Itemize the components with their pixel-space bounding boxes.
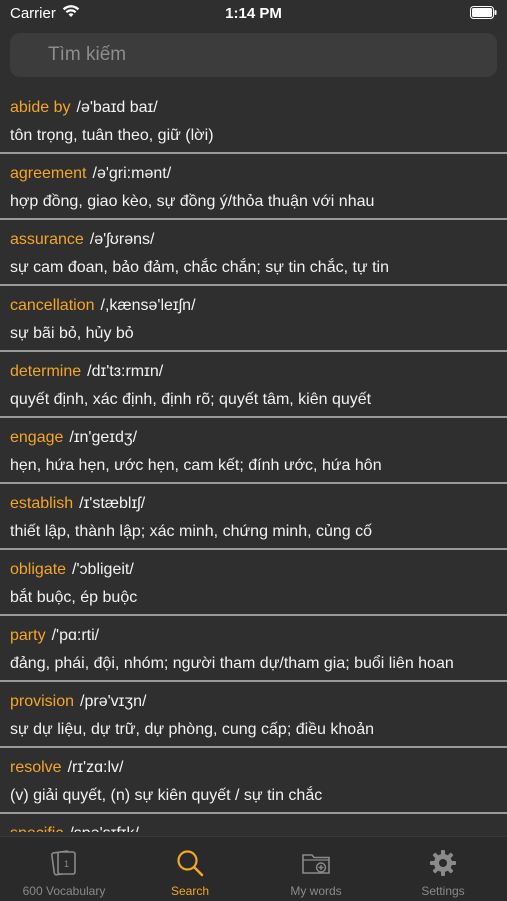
word-meaning: bắt buộc, ép buộc (10, 589, 138, 606)
word-meaning: (v) giải quyết, (n) sự kiên quyết / sự t… (10, 787, 323, 804)
word-header: agreement/ə'gri:mənt/ (10, 162, 497, 186)
list-item[interactable]: specific/spə'sɪfɪk/ (0, 814, 507, 832)
word-meaning: hẹn, hứa hẹn, ước hẹn, cam kết; đính ước… (10, 457, 382, 474)
clock: 1:14 PM (225, 5, 282, 22)
word-meaning: thiết lập, thành lập; xác minh, chứng mi… (10, 523, 373, 540)
word-term: engage (10, 429, 64, 446)
tab-settings[interactable]: Settings (380, 837, 506, 901)
list-item[interactable]: resolve/rɪ'zɑ:lv/ (v) giải quyết, (n) sự … (0, 748, 507, 814)
tab-my-words[interactable]: My words (253, 837, 379, 901)
word-meaning: sự bãi bỏ, hủy bỏ (10, 325, 134, 342)
word-pronunciation: /ə'baɪd baɪ/ (76, 99, 158, 116)
tab-bar: 1 600 Vocabulary Search My words Settings (0, 836, 507, 901)
word-pronunciation: /prə'vɪʒn/ (80, 693, 147, 710)
word-header: abide by/ə'baɪd baɪ/ (10, 96, 497, 120)
word-term: cancellation (10, 297, 95, 314)
word-meaning: sự dự liệu, dự trữ, dự phòng, cung cấp; … (10, 721, 374, 738)
word-term: assurance (10, 231, 84, 248)
word-pronunciation: /,kænsə'leɪʃn/ (100, 297, 196, 314)
gear-icon (428, 848, 458, 878)
word-meaning: quyết định, xác định, định rõ; quyết tâm… (10, 391, 372, 408)
word-pronunciation: /dɪ'tɜ:rmɪn/ (87, 363, 164, 380)
word-pronunciation: /'pɑ:rti/ (51, 627, 100, 644)
list-item[interactable]: cancellation /,kænsə'leɪʃn/sự bãi bỏ, hủy… (0, 286, 507, 352)
list-item[interactable]: assurance/ə'ʃʊrəns/sự cam đoan, bảo đảm,… (0, 220, 507, 286)
word-header: engage/ɪn'geɪdʒ/ (10, 426, 497, 450)
word-header: assurance/ə'ʃʊrəns/ (10, 228, 497, 252)
word-pronunciation: /spə'sɪfɪk/ (69, 825, 139, 832)
word-list[interactable]: abide by/ə'baɪd baɪ/tôn trọng, tuân theo… (0, 88, 507, 832)
flashcards-icon: 1 (49, 848, 79, 878)
word-header: cancellation /,kænsə'leɪʃn/ (10, 294, 497, 318)
list-item[interactable]: abide by/ə'baɪd baɪ/tôn trọng, tuân theo… (0, 88, 507, 154)
word-header: party /'pɑ:rti/ (10, 624, 497, 648)
list-item[interactable]: obligate /'ɔbligeit/bắt buộc, ép buộc (0, 550, 507, 616)
word-meaning: hợp đồng, giao kèo, sự đồng ý/thỏa thuận… (10, 193, 375, 210)
word-header: obligate /'ɔbligeit/ (10, 558, 497, 582)
word-header: establish/ɪ'stæblɪʃ/ (10, 492, 497, 516)
word-pronunciation: /rɪ'zɑ:lv/ (67, 759, 124, 776)
list-item[interactable]: party /'pɑ:rti/đảng, phái, đội, nhóm; ngư… (0, 616, 507, 682)
word-meaning: sự cam đoan, bảo đảm, chắc chắn; sự tin … (10, 259, 389, 276)
word-term: provision (10, 693, 75, 710)
tab-600-vocabulary[interactable]: 1 600 Vocabulary (1, 837, 127, 901)
list-item[interactable]: determine/dɪ'tɜ:rmɪn/quyết định, xác địn… (0, 352, 507, 418)
word-pronunciation: /ɪ'stæblɪʃ/ (79, 495, 146, 512)
list-item[interactable]: establish/ɪ'stæblɪʃ/thiết lập, thành lập… (0, 484, 507, 550)
word-header: determine/dɪ'tɜ:rmɪn/ (10, 360, 497, 384)
word-pronunciation: /ə'ʃʊrəns/ (89, 231, 155, 248)
tab-label: My words (290, 884, 342, 898)
word-term: determine (10, 363, 82, 380)
search-bar[interactable]: Tìm kiếm (10, 33, 497, 77)
word-term: resolve (10, 759, 62, 776)
list-item[interactable]: engage/ɪn'geɪdʒ/hẹn, hứa hẹn, ước hẹn, c… (0, 418, 507, 484)
word-term: specific (10, 825, 63, 832)
folder-add-icon (301, 848, 331, 878)
word-term: establish (10, 495, 74, 512)
search-input[interactable]: Tìm kiếm (48, 44, 126, 66)
word-term: abide by (10, 99, 71, 116)
tab-label: Settings (421, 884, 465, 898)
word-pronunciation: /ɪn'geɪdʒ/ (69, 429, 138, 446)
word-header: specific/spə'sɪfɪk/ (10, 822, 497, 832)
status-bar: Carrier 1:14 PM (0, 0, 507, 28)
word-pronunciation: /'ɔbligeit/ (72, 561, 134, 578)
tab-label: 600 Vocabulary (22, 884, 106, 898)
word-term: agreement (10, 165, 87, 182)
search-icon (175, 848, 205, 878)
word-meaning: tôn trọng, tuân theo, giữ (lời) (10, 127, 214, 144)
word-pronunciation: /ə'gri:mənt/ (92, 165, 172, 182)
word-term: party (10, 627, 46, 644)
list-item[interactable]: provision/prə'vɪʒn/sự dự liệu, dự trữ, d… (0, 682, 507, 748)
tab-search[interactable]: Search (127, 837, 253, 901)
word-term: obligate (10, 561, 67, 578)
battery-icon (470, 6, 497, 23)
word-header: provision/prə'vɪʒn/ (10, 690, 497, 714)
svg-text:1: 1 (64, 859, 69, 869)
list-item[interactable]: agreement/ə'gri:mənt/hợp đồng, giao kèo,… (0, 154, 507, 220)
word-meaning: đảng, phái, đội, nhóm; người tham dự/tha… (10, 655, 454, 672)
word-header: resolve/rɪ'zɑ:lv/ (10, 756, 497, 780)
tab-label: Search (170, 884, 210, 898)
